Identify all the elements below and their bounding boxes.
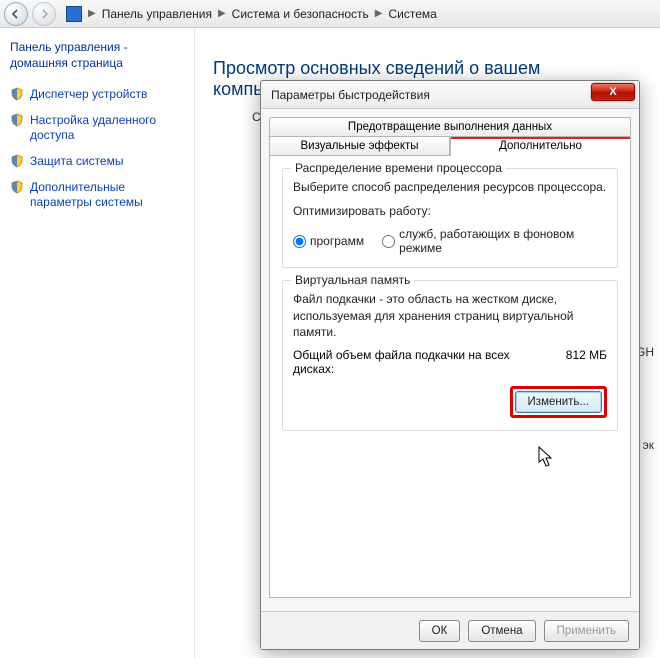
radio-services-input[interactable] bbox=[382, 235, 395, 248]
chevron-right-icon: ▶ bbox=[375, 8, 383, 19]
control-panel-icon bbox=[66, 6, 82, 22]
shield-icon bbox=[10, 87, 24, 101]
apply-button[interactable]: Применить bbox=[544, 620, 629, 642]
forward-button[interactable] bbox=[32, 2, 56, 26]
chevron-right-icon: ▶ bbox=[218, 8, 226, 19]
sidebar-item-device-manager[interactable]: Диспетчер устройств bbox=[30, 87, 147, 103]
highlight-box: Изменить... bbox=[510, 386, 607, 418]
performance-options-dialog: Параметры быстродействия X Предотвращени… bbox=[260, 80, 640, 650]
dialog-titlebar[interactable]: Параметры быстродействия X bbox=[261, 81, 639, 109]
breadcrumb-item[interactable]: Система и безопасность bbox=[232, 7, 369, 21]
tab-advanced-label: Дополнительно bbox=[499, 140, 582, 152]
group-processor-scheduling: Распределение времени процессора Выберит… bbox=[282, 168, 618, 268]
tab-panel-advanced: Распределение времени процессора Выберит… bbox=[269, 156, 631, 598]
change-button[interactable]: Изменить... bbox=[515, 391, 602, 413]
optimize-label: Оптимизировать работу: bbox=[293, 203, 607, 219]
group-legend: Распределение времени процессора bbox=[291, 161, 506, 175]
radio-programs-input[interactable] bbox=[293, 235, 306, 248]
sidebar-home-link[interactable]: Панель управления - домашняя страница bbox=[10, 40, 184, 71]
shield-icon bbox=[10, 180, 24, 194]
radio-services[interactable]: служб, работающих в фоновом режиме bbox=[382, 227, 607, 255]
back-button[interactable] bbox=[4, 2, 28, 26]
pagefile-total-value: 812 МБ bbox=[566, 348, 607, 376]
pagefile-total-label: Общий объем файла подкачки на всех диска… bbox=[293, 348, 513, 376]
chevron-right-icon: ▶ bbox=[88, 8, 96, 19]
sidebar-item-system-protection[interactable]: Защита системы bbox=[30, 154, 123, 170]
tab-dep[interactable]: Предотвращение выполнения данных bbox=[269, 117, 631, 136]
tab-advanced[interactable]: Дополнительно bbox=[450, 136, 631, 156]
radio-programs[interactable]: программ bbox=[293, 234, 364, 248]
dialog-title: Параметры быстродействия bbox=[271, 88, 430, 102]
group-description: Файл подкачки - это область на жестком д… bbox=[293, 291, 607, 340]
arrow-right-icon bbox=[39, 9, 49, 19]
radio-services-label: служб, работающих в фоновом режиме bbox=[399, 227, 607, 255]
breadcrumb-item[interactable]: Система bbox=[388, 7, 436, 21]
sidebar-item-remote-settings[interactable]: Настройка удаленного доступа bbox=[30, 113, 184, 144]
close-button[interactable]: X bbox=[591, 83, 635, 101]
shield-icon bbox=[10, 113, 24, 127]
dialog-footer: ОК Отмена Применить bbox=[261, 611, 639, 649]
highlight-bar bbox=[451, 137, 630, 139]
breadcrumb: ▶ Панель управления ▶ Система и безопасн… bbox=[60, 6, 437, 22]
tab-visual-effects[interactable]: Визуальные эффекты bbox=[269, 136, 450, 156]
obscured-text: эк bbox=[643, 438, 654, 452]
address-bar: ▶ Панель управления ▶ Система и безопасн… bbox=[0, 0, 660, 28]
group-legend: Виртуальная память bbox=[291, 273, 414, 287]
shield-icon bbox=[10, 154, 24, 168]
group-description: Выберите способ распределения ресурсов п… bbox=[293, 179, 607, 195]
radio-programs-label: программ bbox=[310, 234, 364, 248]
group-virtual-memory: Виртуальная память Файл подкачки - это о… bbox=[282, 280, 618, 431]
sidebar: Панель управления - домашняя страница Ди… bbox=[0, 28, 195, 658]
ok-button[interactable]: ОК bbox=[419, 620, 461, 642]
breadcrumb-item[interactable]: Панель управления bbox=[102, 7, 212, 21]
arrow-left-icon bbox=[11, 9, 21, 19]
cancel-button[interactable]: Отмена bbox=[468, 620, 535, 642]
sidebar-item-advanced-system[interactable]: Дополнительные параметры системы bbox=[30, 180, 184, 211]
